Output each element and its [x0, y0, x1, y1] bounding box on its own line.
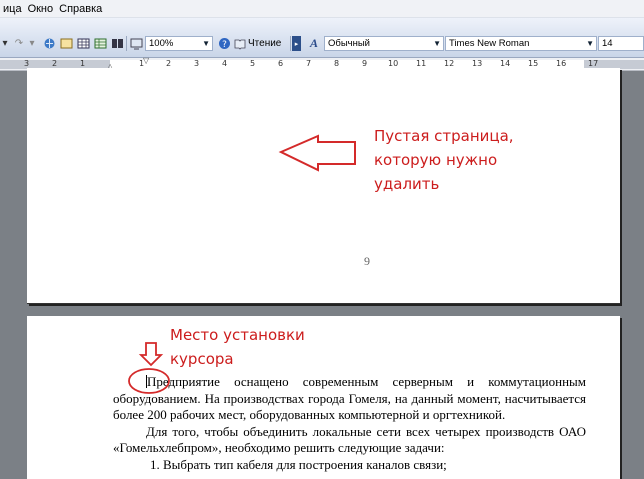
ruler-label: 2: [52, 59, 58, 68]
annotation-line: которую нужно: [374, 151, 498, 169]
redo-icon[interactable]: ↷: [12, 35, 26, 51]
paragraph: Для того, чтобы объединить локальные сет…: [113, 423, 586, 456]
ruler-label: 5: [250, 59, 256, 68]
read-mode-button[interactable]: Чтение: [234, 36, 281, 51]
ruler-label: 1: [80, 59, 86, 68]
styles-pane-icon[interactable]: A: [306, 35, 322, 51]
paragraph: Предприятие оснащено современным серверн…: [113, 374, 586, 424]
ruler-label: 4: [222, 59, 228, 68]
font-size-select[interactable]: 14: [598, 36, 644, 51]
ruler-label: 3: [24, 59, 30, 68]
ruler-label: 16: [556, 59, 567, 68]
redo-dropdown-icon[interactable]: ▾: [28, 35, 36, 51]
menu-item-table[interactable]: ица: [0, 3, 25, 15]
help-icon[interactable]: ?: [217, 35, 231, 51]
menu-item-window[interactable]: Окно: [25, 3, 57, 15]
ruler-label: 10: [388, 59, 399, 68]
annotation-line: курсора: [170, 350, 234, 368]
menu-bar: ица Окно Справка: [0, 0, 644, 18]
ruler-label: 8: [334, 59, 340, 68]
font-size-value: 14: [602, 38, 613, 49]
insert-table-icon[interactable]: [76, 35, 90, 51]
chevron-down-icon: ▼: [586, 39, 594, 48]
toolbar-grip-icon[interactable]: ▸: [292, 36, 301, 51]
read-mode-label: Чтение: [248, 38, 282, 49]
ruler-label: 12: [444, 59, 455, 68]
columns-icon[interactable]: [110, 35, 124, 51]
ruler-label: 11: [416, 59, 427, 68]
empty-page-annotation: Пустая страница, которую нужно удалить: [374, 124, 514, 196]
menu-item-help[interactable]: Справка: [56, 3, 105, 15]
book-icon: [234, 39, 246, 50]
zoom-select[interactable]: 100% ▼: [145, 36, 213, 51]
font-value: Times New Roman: [449, 38, 530, 49]
ruler-label: 9: [362, 59, 368, 68]
ruler-label: 14: [500, 59, 511, 68]
ruler-label: 17: [588, 59, 599, 68]
page-number: 9: [364, 254, 370, 268]
ruler-label: 2: [166, 59, 172, 68]
svg-text:?: ?: [222, 40, 227, 50]
ruler-label: 6: [278, 59, 284, 68]
list-item: 1. Выбрать тип кабеля для построения кан…: [150, 456, 447, 472]
ruler-label: 13: [472, 59, 483, 68]
first-line-indent-marker-icon[interactable]: ▽: [143, 56, 149, 65]
chevron-down-icon: ▼: [433, 39, 441, 48]
word-window: ица Окно Справка ▾ ↷ ▾ 100% ▼ ? Чтение ▸…: [0, 0, 644, 479]
annotation-line: удалить: [374, 175, 440, 193]
cursor-annotation: Место установки курсора: [170, 323, 305, 371]
document-body[interactable]: Предприятие оснащено современным серверн…: [113, 374, 586, 473]
zoom-value: 100%: [149, 38, 174, 49]
document-page[interactable]: Предприятие оснащено современным серверн…: [27, 316, 620, 479]
annotation-line: Место установки: [170, 326, 305, 344]
chevron-down-icon: ▼: [202, 39, 210, 48]
ruler-label: 15: [528, 59, 539, 68]
style-select[interactable]: Обычный ▼: [324, 36, 444, 51]
insert-excel-icon[interactable]: [93, 35, 107, 51]
drawing-icon[interactable]: [129, 35, 143, 51]
font-select[interactable]: Times New Roman ▼: [445, 36, 597, 51]
style-value: Обычный: [328, 38, 370, 49]
toolbar: ▾ ↷ ▾ 100% ▼ ? Чтение ▸ A Обычный ▼ Time…: [0, 18, 644, 58]
annotation-line: Пустая страница,: [374, 127, 514, 145]
hyperlink-icon[interactable]: [42, 35, 56, 51]
ruler-label: 3: [194, 59, 200, 68]
paragraph-text: Предприятие оснащено современным серверн…: [113, 374, 586, 422]
empty-page[interactable]: 9: [27, 68, 620, 304]
tables-borders-icon[interactable]: [59, 35, 73, 51]
ruler-label: 7: [306, 59, 312, 68]
undo-icon[interactable]: ▾: [0, 35, 10, 51]
